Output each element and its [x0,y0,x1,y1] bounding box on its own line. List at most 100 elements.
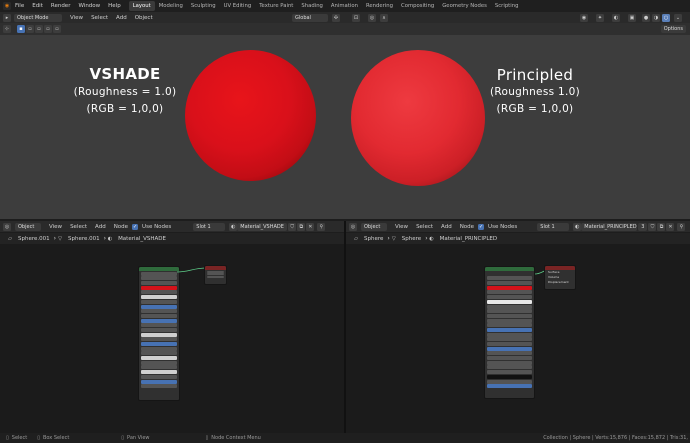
node-socket-row[interactable] [487,327,532,332]
viewport-menu-select[interactable]: Select [87,15,112,21]
node-socket-row[interactable] [487,360,532,365]
left-material-name-field[interactable]: Material_VSHADE [237,222,288,231]
node-socket-row[interactable] [487,313,532,318]
node-socket-row[interactable] [141,384,177,389]
node-socket-row[interactable] [487,290,532,295]
falloff-icon[interactable]: ∧ [380,13,388,22]
node-socket-row[interactable] [141,304,177,309]
tab-geometry-nodes[interactable]: Geometry Nodes [438,1,491,11]
node-socket-row[interactable] [141,281,177,286]
3d-viewport[interactable]: VSHADE (Roughness = 1.0) (RGB = 1,0,0) P… [0,35,690,219]
right-fake-user-icon[interactable]: ⛉ [648,222,657,231]
tab-texture-paint[interactable]: Texture Paint [255,1,297,11]
node-socket-row[interactable] [487,332,532,337]
right-menu-add[interactable]: Add [437,224,456,230]
node-socket-row[interactable] [141,313,177,318]
left-menu-select[interactable]: Select [66,224,91,230]
shading-material-icon[interactable]: ◑ [652,13,660,22]
vshade-sphere[interactable] [185,50,316,181]
editor-type-icon[interactable]: ▸ [3,13,11,22]
right-breadcrumb-object[interactable]: Sphere [360,236,387,242]
material-output-node[interactable]: Surface Volume Displacement [544,265,576,290]
node-socket-row[interactable] [487,309,532,314]
node-socket-row[interactable] [487,318,532,323]
node-socket-row[interactable] [141,356,177,361]
xray-icon[interactable]: ▣ [628,13,636,22]
node-socket-row[interactable] [141,271,177,276]
tab-sculpting[interactable]: Sculpting [187,1,220,11]
select-mode-intersect-icon[interactable]: ▫ [53,25,61,33]
left-unlink-icon[interactable]: ✕ [306,222,315,231]
node-socket-row[interactable] [487,281,532,286]
snap-icon[interactable]: ⊡ [352,13,360,22]
tool-settings-icon[interactable]: ⊹ [3,25,11,33]
node-socket-row[interactable] [141,365,177,370]
node-socket-row[interactable] [207,273,224,276]
right-breadcrumb-mesh[interactable]: Sphere [398,236,425,242]
node-socket-row[interactable] [487,295,532,300]
tab-scripting[interactable]: Scripting [491,1,523,11]
menu-window[interactable]: Window [74,3,104,9]
shading-solid-icon[interactable]: ● [642,13,650,22]
node-socket-row[interactable] [487,370,532,375]
shading-options-icon[interactable]: ⌄ [674,13,682,22]
material-output-node[interactable] [204,265,227,285]
shading-rendered-icon[interactable]: ○ [662,13,670,22]
menu-file[interactable]: File [11,3,28,9]
select-mode-extend-icon[interactable]: ▫ [26,25,34,33]
node-socket-row[interactable] [141,295,177,300]
node-socket-row[interactable] [207,276,224,279]
left-breadcrumb-material[interactable]: Material_VSHADE [114,236,170,242]
tab-compositing[interactable]: Compositing [397,1,438,11]
node-color-field[interactable] [141,285,177,290]
right-new-material-icon[interactable]: ⧉ [657,222,666,231]
node-socket-row[interactable] [487,346,532,351]
principled-sphere[interactable] [351,50,485,186]
node-socket-row[interactable] [487,304,532,309]
node-socket-row[interactable] [487,323,532,328]
viewport-menu-add[interactable]: Add [112,15,131,21]
right-menu-view[interactable]: View [391,224,412,230]
left-node-canvas[interactable] [0,244,344,433]
menu-render[interactable]: Render [47,3,75,9]
node-socket-row[interactable] [487,356,532,361]
select-mode-set-icon[interactable]: ▪ [17,25,25,33]
viewport-menu-view[interactable]: View [66,15,87,21]
right-breadcrumb-material[interactable]: Material_PRINCIPLED [436,236,502,242]
node-socket-row[interactable] [141,370,177,375]
node-socket-row[interactable] [141,351,177,356]
right-pin-icon[interactable]: ⚲ [677,222,686,231]
node-socket-row[interactable] [141,327,177,332]
area-divider[interactable] [344,221,346,433]
node-socket-row[interactable] [487,384,532,389]
left-breadcrumb-mesh[interactable]: Sphere.001 [64,236,104,242]
node-socket-row[interactable] [141,374,177,379]
editor-type-icon[interactable]: ◎ [3,222,11,231]
node-socket-row[interactable] [487,351,532,356]
menu-edit[interactable]: Edit [28,3,47,9]
tab-rendering[interactable]: Rendering [362,1,397,11]
node-socket-row[interactable] [141,379,177,384]
right-node-canvas[interactable]: Surface Volume Displacement [346,244,690,433]
select-mode-subtract-icon[interactable]: ▫ [35,25,43,33]
tab-modeling[interactable]: Modeling [155,1,187,11]
editor-type-icon[interactable]: ◎ [349,222,357,231]
node-socket-row[interactable] [207,270,224,273]
node-socket-row[interactable] [487,272,532,276]
pivot-icon[interactable]: ✣ [332,13,340,22]
vshade-shader-node[interactable] [138,266,180,401]
left-menu-node[interactable]: Node [110,224,132,230]
right-slot-dropdown[interactable]: Slot 1 [537,222,570,231]
left-slot-dropdown[interactable]: Slot 1 [193,222,226,231]
tab-layout[interactable]: Layout [128,1,155,11]
right-unlink-icon[interactable]: ✕ [666,222,675,231]
node-socket-row[interactable] [487,379,532,384]
node-socket-row[interactable] [487,374,532,379]
node-socket-row[interactable] [141,332,177,337]
visibility-icon[interactable]: ◉ [580,13,588,22]
options-button[interactable]: Options [660,25,686,33]
left-pin-icon[interactable]: ⚲ [317,222,326,231]
menu-help[interactable]: Help [104,3,125,9]
node-socket-row[interactable] [141,309,177,314]
node-socket-row[interactable] [141,299,177,304]
